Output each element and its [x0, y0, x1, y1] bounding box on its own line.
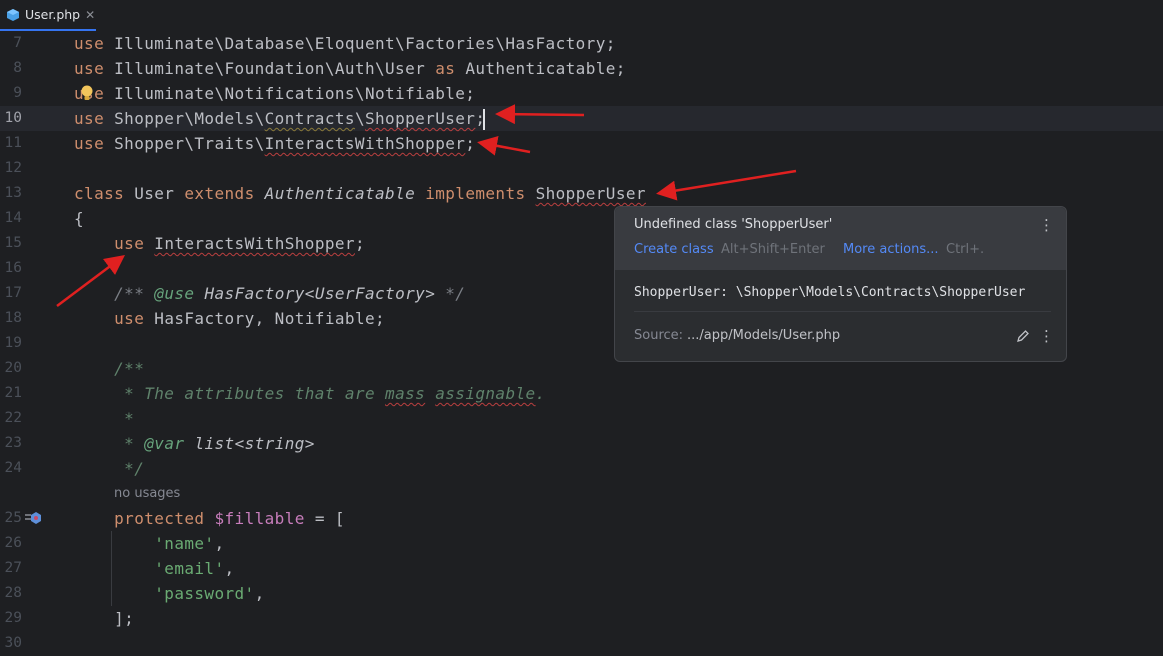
- code-line[interactable]: 25 protected $fillable = [: [0, 506, 1163, 531]
- code-line[interactable]: 27 'email',: [0, 556, 1163, 581]
- line-number: 17: [4, 285, 22, 301]
- text-caret: [483, 109, 485, 130]
- code-text[interactable]: protected $fillable = [: [74, 506, 345, 531]
- line-number: 11: [4, 135, 22, 151]
- code-line[interactable]: 21 * The attributes that are mass assign…: [0, 381, 1163, 406]
- create-class-link[interactable]: Create class: [634, 242, 714, 257]
- inspection-popup: Undefined class 'ShopperUser' ⋮ Create c…: [614, 206, 1067, 362]
- code-text[interactable]: * @var list<string>: [74, 431, 315, 456]
- line-number: 10: [4, 110, 22, 126]
- line-number: 20: [4, 360, 22, 376]
- line-number: 16: [4, 260, 22, 276]
- code-line[interactable]: 7 use Illuminate\Database\Eloquent\Factor…: [0, 31, 1163, 56]
- code-text[interactable]: use InteractsWithShopper;: [74, 231, 365, 256]
- close-icon[interactable]: ✕: [85, 8, 95, 22]
- code-line[interactable]: 8 use Illuminate\Foundation\Auth\User as …: [0, 56, 1163, 81]
- code-text[interactable]: use Illuminate\Foundation\Auth\User as A…: [74, 56, 626, 81]
- code-text[interactable]: use Illuminate\Notifications\Notifiable;: [74, 81, 475, 106]
- code-text[interactable]: * The attributes that are mass assignabl…: [74, 381, 546, 406]
- line-number: 29: [4, 610, 22, 626]
- tab-user-php[interactable]: User.php ✕: [0, 0, 96, 31]
- line-number: 9: [13, 85, 22, 101]
- indent-guide: [111, 531, 112, 606]
- lightbulb-icon[interactable]: [80, 84, 94, 102]
- code-text[interactable]: 'name',: [74, 531, 225, 556]
- code-text[interactable]: {: [74, 206, 84, 231]
- code-line[interactable]: 23 * @var list<string>: [0, 431, 1163, 456]
- code-text[interactable]: use Illuminate\Database\Eloquent\Factori…: [74, 31, 616, 56]
- usages-hint[interactable]: no usages: [114, 481, 180, 506]
- more-actions-link[interactable]: More actions...: [843, 242, 939, 257]
- code-text[interactable]: 'password',: [74, 581, 265, 606]
- code-text[interactable]: /** @use HasFactory<UserFactory> */: [74, 281, 465, 306]
- code-line[interactable]: 24 */: [0, 456, 1163, 481]
- code-line[interactable]: 13 class User extends Authenticatable imp…: [0, 181, 1163, 206]
- code-text[interactable]: *: [74, 406, 134, 431]
- popup-title: Undefined class 'ShopperUser': [634, 217, 833, 232]
- pencil-icon[interactable]: [1016, 329, 1030, 343]
- line-number: 19: [4, 335, 22, 351]
- line-number: 8: [13, 60, 22, 76]
- php-file-icon: [7, 8, 19, 21]
- line-number: 30: [4, 635, 22, 651]
- implements-gutter-icon[interactable]: [24, 510, 42, 526]
- code-line[interactable]: 22 *: [0, 406, 1163, 431]
- code-line[interactable]: 30: [0, 631, 1163, 656]
- code-text[interactable]: ];: [74, 606, 134, 631]
- line-number: 26: [4, 535, 22, 551]
- code-line[interactable]: 28 'password',: [0, 581, 1163, 606]
- line-number: 24: [4, 460, 22, 476]
- line-number: 22: [4, 410, 22, 426]
- more-vertical-icon[interactable]: ⋮: [1039, 327, 1054, 345]
- more-vertical-icon[interactable]: ⋮: [1039, 216, 1054, 234]
- line-number: 27: [4, 560, 22, 576]
- source-path[interactable]: .../app/Models/User.php: [687, 328, 840, 343]
- code-line[interactable]: 10 use Shopper\Models\Contracts\ShopperUs…: [0, 106, 1163, 131]
- line-number: 28: [4, 585, 22, 601]
- line-number: 12: [4, 160, 22, 176]
- line-number: 13: [4, 185, 22, 201]
- editor-tab-bar: User.php ✕: [0, 0, 1163, 31]
- code-line[interactable]: 29 ];: [0, 606, 1163, 631]
- code-line[interactable]: no usages: [0, 481, 1163, 506]
- code-text[interactable]: 'email',: [74, 556, 235, 581]
- code-text[interactable]: use Shopper\Models\Contracts\ShopperUser…: [74, 106, 485, 131]
- line-number: 7: [13, 35, 22, 51]
- code-line[interactable]: 12: [0, 156, 1163, 181]
- code-line[interactable]: 11 use Shopper\Traits\InteractsWithShoppe…: [0, 131, 1163, 156]
- create-class-shortcut: Alt+Shift+Enter: [721, 242, 825, 257]
- more-actions-shortcut: Ctrl+.: [946, 242, 985, 257]
- popup-declaration: ShopperUser: \Shopper\Models\Contracts\S…: [634, 285, 1026, 300]
- source-label: Source:: [634, 328, 684, 343]
- code-text[interactable]: use HasFactory, Notifiable;: [74, 306, 385, 331]
- code-line[interactable]: 26 'name',: [0, 531, 1163, 556]
- line-number: 18: [4, 310, 22, 326]
- code-text[interactable]: use Shopper\Traits\InteractsWithShopper;: [74, 131, 475, 156]
- code-text[interactable]: */: [74, 456, 144, 481]
- line-number: 21: [4, 385, 22, 401]
- tab-label: User.php: [25, 7, 81, 22]
- code-text[interactable]: class User extends Authenticatable imple…: [74, 181, 646, 206]
- popup-divider: [634, 311, 1051, 312]
- line-number: 15: [4, 235, 22, 251]
- code-text[interactable]: /**: [74, 356, 144, 381]
- line-number: 23: [4, 435, 22, 451]
- line-number: 14: [4, 210, 22, 226]
- code-line[interactable]: 9 use Illuminate\Notifications\Notifiable…: [0, 81, 1163, 106]
- line-number: 25: [4, 510, 22, 526]
